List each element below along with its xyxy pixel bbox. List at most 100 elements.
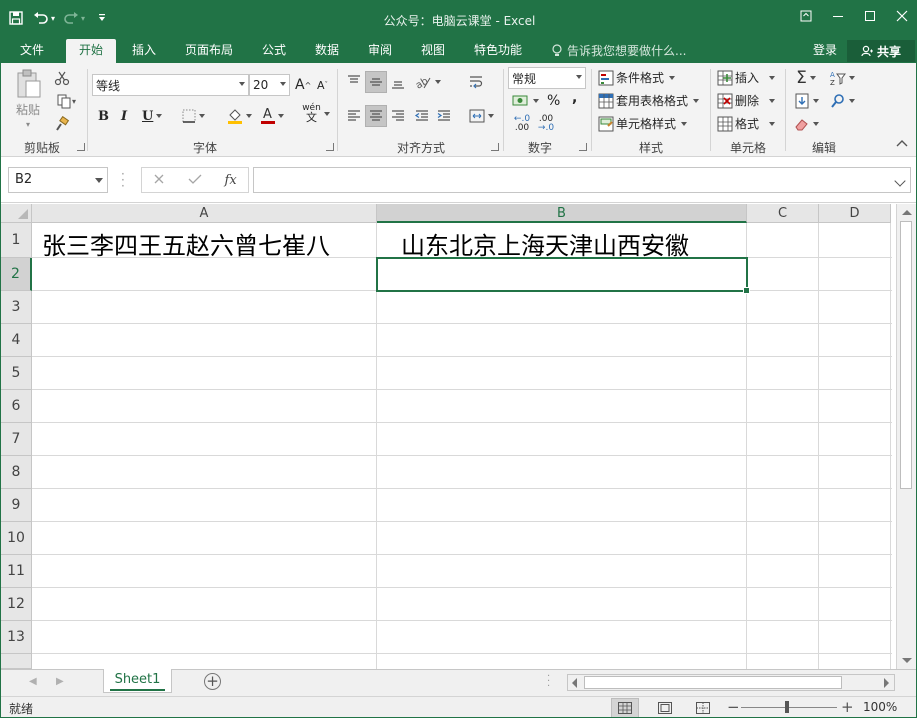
tab-file[interactable]: 文件 xyxy=(9,39,55,63)
cell-a1[interactable]: 张三李四王五赵六曾七崔八 xyxy=(42,226,330,261)
column-header-b[interactable]: B xyxy=(377,204,747,223)
confirm-entry-icon[interactable] xyxy=(188,173,202,188)
sign-in-link[interactable]: 登录 xyxy=(813,39,837,61)
formula-input[interactable] xyxy=(253,167,911,193)
select-all-button[interactable] xyxy=(1,204,32,223)
fill-color-button[interactable] xyxy=(224,105,254,127)
number-launcher-icon[interactable] xyxy=(579,143,587,151)
row-header-12[interactable]: 12 xyxy=(1,588,32,621)
format-painter-icon[interactable] xyxy=(51,113,73,135)
decrease-indent-icon[interactable] xyxy=(411,105,433,127)
phonetic-button[interactable]: wén 文 xyxy=(301,103,331,125)
row-header-8[interactable]: 8 xyxy=(1,456,32,489)
borders-button[interactable] xyxy=(178,105,208,127)
fill-button[interactable] xyxy=(791,90,821,112)
tab-special-features[interactable]: 特色功能 xyxy=(466,39,530,63)
column-header-a[interactable]: A xyxy=(32,204,377,223)
underline-button[interactable]: U xyxy=(142,105,163,127)
column-header-d[interactable]: D xyxy=(819,204,891,223)
collapse-ribbon-icon[interactable] xyxy=(894,135,910,151)
find-select-button[interactable] xyxy=(827,90,857,112)
close-icon[interactable] xyxy=(886,1,916,31)
bold-button[interactable]: B xyxy=(98,105,109,127)
tab-insert[interactable]: 插入 xyxy=(123,39,165,63)
name-box[interactable]: B2 xyxy=(8,167,108,193)
alignment-launcher-icon[interactable] xyxy=(491,143,499,151)
add-sheet-icon[interactable]: + xyxy=(204,673,221,690)
row-header-14[interactable] xyxy=(1,654,32,669)
cancel-entry-icon[interactable] xyxy=(153,173,165,188)
copy-icon[interactable]: ▾ xyxy=(51,90,81,112)
ribbon-display-options-icon[interactable] xyxy=(790,1,822,31)
zoom-out-icon[interactable]: − xyxy=(727,698,740,716)
zoom-slider-thumb[interactable] xyxy=(785,701,789,713)
previous-sheet-icon[interactable]: ◀ xyxy=(29,676,37,687)
tab-view[interactable]: 视图 xyxy=(412,39,454,63)
formula-bar-grip-icon[interactable]: · · · xyxy=(121,168,125,192)
scroll-left-icon[interactable] xyxy=(572,678,577,688)
row-header-11[interactable]: 11 xyxy=(1,555,32,588)
tab-page-layout[interactable]: 页面布局 xyxy=(177,39,241,63)
format-as-table-button[interactable]: 套用表格格式 xyxy=(598,92,700,109)
tab-data[interactable]: 数据 xyxy=(306,39,348,63)
format-cells-button[interactable]: 格式 xyxy=(717,115,776,132)
delete-cells-button[interactable]: 删除 xyxy=(717,92,776,109)
scroll-up-icon[interactable] xyxy=(902,210,912,215)
font-name-combo[interactable]: 等线 xyxy=(92,74,249,96)
percent-style-button[interactable]: % xyxy=(547,90,560,112)
top-align-icon[interactable] xyxy=(343,71,365,93)
next-sheet-icon[interactable]: ▶ xyxy=(56,676,64,687)
normal-view-icon[interactable] xyxy=(611,698,639,717)
cell-styles-button[interactable]: 单元格样式 xyxy=(598,115,688,132)
bottom-align-icon[interactable] xyxy=(387,71,409,93)
paste-button[interactable]: 粘贴 ▾ xyxy=(11,69,45,129)
horizontal-scroll-thumb[interactable] xyxy=(584,676,842,689)
vertical-scroll-thumb[interactable] xyxy=(900,221,912,489)
horizontal-scrollbar[interactable] xyxy=(567,674,895,691)
row-header-13[interactable]: 13 xyxy=(1,621,32,654)
accounting-format-button[interactable] xyxy=(510,90,540,112)
sheet-tab-sheet1[interactable]: Sheet1 xyxy=(103,669,172,693)
row-header-1[interactable]: 1 xyxy=(1,223,32,258)
zoom-in-icon[interactable]: + xyxy=(841,698,854,716)
tab-formulas[interactable]: 公式 xyxy=(254,39,294,63)
tab-review[interactable]: 审阅 xyxy=(359,39,401,63)
sort-filter-button[interactable]: AZ xyxy=(827,67,857,89)
increase-indent-icon[interactable] xyxy=(433,105,455,127)
comma-style-button[interactable]: , xyxy=(572,87,577,109)
orientation-button[interactable]: ab xyxy=(411,71,443,93)
clipboard-launcher-icon[interactable] xyxy=(77,143,85,151)
tab-splitter-icon[interactable]: · · · xyxy=(547,672,550,692)
wrap-text-icon[interactable] xyxy=(465,71,487,93)
vertical-scrollbar[interactable] xyxy=(896,204,916,669)
cut-icon[interactable] xyxy=(51,67,73,89)
font-size-combo[interactable]: 20 xyxy=(249,74,290,96)
page-break-preview-icon[interactable] xyxy=(689,698,717,717)
row-header-4[interactable]: 4 xyxy=(1,324,32,357)
font-color-button[interactable]: A xyxy=(257,105,287,127)
align-center-icon[interactable] xyxy=(365,105,387,127)
decrease-decimal-button[interactable]: .00 →.0 xyxy=(534,113,558,135)
row-header-3[interactable]: 3 xyxy=(1,291,32,324)
row-header-10[interactable]: 10 xyxy=(1,522,32,555)
zoom-slider[interactable] xyxy=(741,707,837,708)
row-header-6[interactable]: 6 xyxy=(1,390,32,423)
autosum-button[interactable]: Σ xyxy=(791,67,821,89)
column-header-c[interactable]: C xyxy=(747,204,819,223)
scroll-down-icon[interactable] xyxy=(902,658,912,663)
conditional-formatting-button[interactable]: 条件格式 xyxy=(598,69,676,86)
shrink-font-button[interactable]: Aˇ xyxy=(317,74,328,96)
cell-b1[interactable]: 山东北京上海天津山西安徽 xyxy=(401,226,689,261)
row-header-5[interactable]: 5 xyxy=(1,357,32,390)
increase-decimal-button[interactable]: ←.0 .00 xyxy=(510,113,534,135)
scroll-right-icon[interactable] xyxy=(884,678,889,688)
insert-function-icon[interactable]: fx xyxy=(225,173,237,188)
expand-formula-bar-icon[interactable] xyxy=(894,175,906,187)
tell-me-box[interactable]: 告诉我您想要做什么... xyxy=(551,39,686,63)
maximize-icon[interactable] xyxy=(854,1,886,31)
merge-center-button[interactable] xyxy=(465,105,497,127)
middle-align-icon[interactable] xyxy=(365,71,387,93)
selected-cell-b2[interactable] xyxy=(376,257,750,294)
grow-font-button[interactable]: A ^ xyxy=(295,74,311,96)
minimize-icon[interactable] xyxy=(822,1,854,31)
